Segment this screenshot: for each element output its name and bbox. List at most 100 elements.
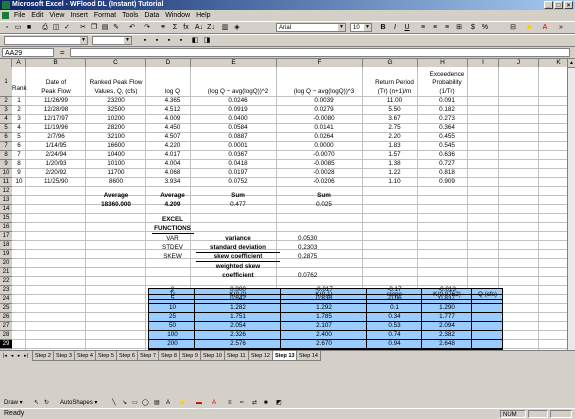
wordart-icon[interactable]: A bbox=[166, 398, 170, 408]
row-header-8[interactable]: 8 bbox=[0, 151, 12, 160]
slope-cell[interactable]: -0.17 bbox=[367, 286, 422, 293]
value-standard-deviation[interactable]: 0.2303 bbox=[298, 244, 317, 251]
k-header-q[interactable]: Q (cfs) bbox=[472, 291, 503, 298]
menu-format[interactable]: Format bbox=[94, 12, 116, 19]
oval-icon[interactable]: ◯ bbox=[142, 398, 149, 408]
kw-cell[interactable]: 1.290 bbox=[422, 304, 472, 311]
exceedence-cell[interactable]: 0.091 bbox=[422, 97, 472, 104]
header-return-period-line1[interactable]: Return Period bbox=[367, 79, 422, 86]
sheet-tab[interactable]: Step 5 bbox=[95, 351, 117, 361]
squared-dev-cell[interactable]: 0.0246 bbox=[195, 97, 281, 104]
function-var[interactable]: VAR bbox=[150, 235, 195, 242]
logq-cell[interactable]: 4.450 bbox=[150, 124, 195, 131]
k0-cell[interactable]: 2.326 bbox=[195, 331, 281, 338]
rank-cell[interactable]: 2 bbox=[12, 106, 26, 113]
tool-icon-6[interactable]: ◨ bbox=[202, 36, 212, 46]
logq-cell[interactable]: 4.507 bbox=[150, 133, 195, 140]
close-button[interactable]: × bbox=[564, 1, 573, 9]
menu-help[interactable]: Help bbox=[196, 12, 210, 19]
k0-cell[interactable]: 2.576 bbox=[195, 340, 281, 347]
cut-icon[interactable]: ✂ bbox=[78, 23, 88, 33]
exceedence-cell[interactable]: 0.455 bbox=[422, 133, 472, 140]
column-header-i[interactable]: I bbox=[468, 59, 499, 67]
align-center-icon[interactable]: ≡ bbox=[430, 23, 440, 33]
column-header-c[interactable]: C bbox=[86, 59, 146, 67]
font-name-select[interactable]: Arial ▼ bbox=[276, 23, 346, 32]
slope-cell[interactable]: 0.94 bbox=[367, 340, 422, 347]
sheet-tab[interactable]: Step 11 bbox=[224, 351, 249, 361]
squared-dev-cell[interactable]: 0.0887 bbox=[195, 133, 281, 140]
date-cell[interactable]: 1/20/93 bbox=[26, 160, 86, 167]
k01-cell[interactable]: -0.017 bbox=[281, 286, 367, 293]
exceedence-cell[interactable]: 0.364 bbox=[422, 124, 472, 131]
new-file-icon[interactable]: ▫ bbox=[2, 23, 12, 33]
vertical-scrollbar[interactable]: ▲ bbox=[567, 59, 575, 350]
header-date-line1[interactable]: Date of bbox=[26, 79, 86, 86]
column-header-j[interactable]: J bbox=[499, 59, 539, 67]
zoom-select[interactable]: ▼ bbox=[92, 36, 132, 45]
return-period-cell[interactable]: 1.83 bbox=[367, 142, 422, 149]
k-tr-cell[interactable]: 2 bbox=[150, 286, 195, 293]
sheet-tab[interactable]: Step 8 bbox=[158, 351, 180, 361]
k-tr-cell[interactable]: 100 bbox=[150, 331, 195, 338]
label-standard-deviation[interactable]: standard deviation bbox=[195, 244, 281, 251]
sheet-tab[interactable]: Step 2 bbox=[32, 351, 54, 361]
squared-dev-cell[interactable]: 0.0001 bbox=[195, 142, 281, 149]
sheet-tab[interactable]: Step 4 bbox=[74, 351, 96, 361]
k-tr-cell[interactable]: 25 bbox=[150, 313, 195, 320]
peak-flow-cell[interactable]: 23200 bbox=[86, 97, 146, 104]
row-header-21[interactable]: 21 bbox=[0, 268, 12, 277]
rotate-icon[interactable]: ↻ bbox=[44, 398, 49, 408]
logq-cell[interactable]: 4.017 bbox=[150, 151, 195, 158]
sheet-tab[interactable]: Step 3 bbox=[53, 351, 75, 361]
header-peak-line1[interactable]: Ranked Peak Flow bbox=[86, 79, 146, 86]
exceedence-cell[interactable]: 0.273 bbox=[422, 115, 472, 122]
row-header-5[interactable]: 5 bbox=[0, 124, 12, 133]
date-cell[interactable]: 2/7/96 bbox=[26, 133, 86, 140]
function-stdev[interactable]: STDEV bbox=[150, 244, 195, 251]
average-label-logq[interactable]: Average bbox=[150, 192, 195, 199]
return-period-cell[interactable]: 2.20 bbox=[367, 133, 422, 140]
tool-icon-2[interactable]: ▪ bbox=[152, 36, 162, 46]
k01-cell[interactable]: 1.785 bbox=[281, 313, 367, 320]
italic-button[interactable]: I bbox=[390, 23, 400, 33]
print-preview-icon[interactable]: ◫ bbox=[51, 23, 61, 33]
draw-menu-button[interactable]: Draw ▾ bbox=[4, 398, 23, 408]
date-cell[interactable]: 1/14/95 bbox=[26, 142, 86, 149]
tool-icon-3[interactable]: ▪ bbox=[164, 36, 174, 46]
fill-color-icon[interactable]: ◆ bbox=[524, 23, 534, 33]
cubed-dev-cell[interactable]: 0.0039 bbox=[281, 97, 367, 104]
logq-cell[interactable]: 4.004 bbox=[150, 160, 195, 167]
date-cell[interactable]: 12/17/97 bbox=[26, 115, 86, 122]
percent-button[interactable]: % bbox=[480, 23, 490, 33]
kw-cell[interactable]: 2.382 bbox=[422, 331, 472, 338]
rank-cell[interactable]: 10 bbox=[12, 178, 26, 185]
return-period-cell[interactable]: 1.57 bbox=[367, 151, 422, 158]
k01-cell[interactable]: 2.400 bbox=[281, 331, 367, 338]
font-size-select[interactable]: 10 ▼ bbox=[350, 23, 372, 32]
borders-icon[interactable]: ⊟ bbox=[508, 23, 518, 33]
k-tr-cell[interactable]: 200 bbox=[150, 340, 195, 347]
row-header-19[interactable]: 19 bbox=[0, 250, 12, 259]
return-period-cell[interactable]: 2.75 bbox=[367, 124, 422, 131]
drawing-icon[interactable]: ◈ bbox=[232, 23, 242, 33]
column-header-a[interactable]: A bbox=[12, 59, 26, 67]
row-header-1[interactable]: 1 bbox=[0, 67, 12, 97]
open-folder-icon[interactable]: ▭ bbox=[13, 23, 23, 33]
slope-cell[interactable]: 0.34 bbox=[367, 313, 422, 320]
sum-label-cubed[interactable]: Sum bbox=[281, 192, 367, 199]
tool-icon-4[interactable]: ▪ bbox=[176, 36, 186, 46]
k0-cell[interactable]: 2.054 bbox=[195, 322, 281, 329]
3d-icon[interactable]: ◩ bbox=[276, 398, 282, 408]
date-cell[interactable]: 2/20/92 bbox=[26, 169, 86, 176]
worksheet-grid[interactable]: Rank Date of Peak Flow Ranked Peak Flow … bbox=[0, 67, 575, 350]
row-header-26[interactable]: 26 bbox=[0, 313, 12, 322]
date-cell[interactable]: 11/25/90 bbox=[26, 178, 86, 185]
tool-icon-1[interactable]: ▪ bbox=[140, 36, 150, 46]
header-squared[interactable]: (log Q − avg(logQ))^2 bbox=[195, 88, 281, 95]
cubed-dev-cell[interactable]: -0.0028 bbox=[281, 169, 367, 176]
formula-input[interactable] bbox=[70, 48, 570, 57]
arrow-icon[interactable]: ↘ bbox=[122, 398, 127, 408]
exceedence-cell[interactable]: 0.818 bbox=[422, 169, 472, 176]
logq-cell[interactable]: 4.068 bbox=[150, 169, 195, 176]
